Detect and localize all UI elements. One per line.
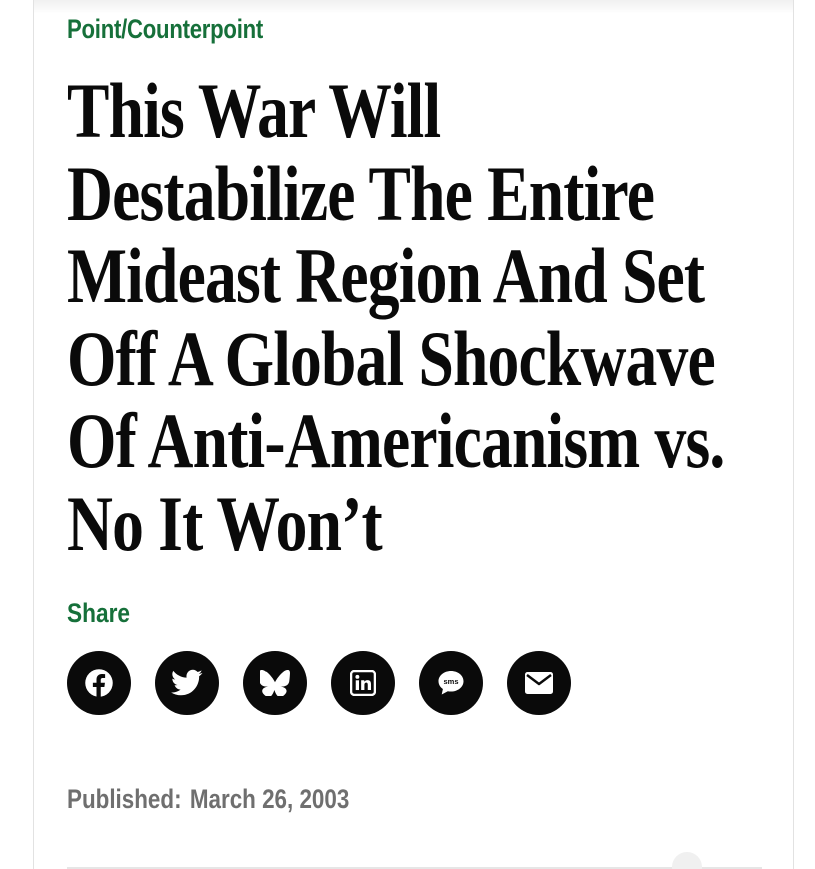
sms-icon-text: sms [443,677,458,686]
share-linkedin-button[interactable] [331,651,395,715]
header-shadow [34,0,793,14]
facebook-icon [85,669,113,698]
share-bluesky-button[interactable] [243,651,307,715]
share-sms-button[interactable]: sms [419,651,483,715]
linkedin-icon [350,670,376,696]
share-twitter-button[interactable] [155,651,219,715]
email-icon [525,672,553,694]
published-line: Published: March 26, 2003 [67,784,349,815]
section-kicker-link[interactable]: Point/Counterpoint [67,14,263,45]
article-headline: This War Will Destabilize The Entire Mid… [67,67,725,567]
published-date: March 26, 2003 [189,784,350,814]
share-label: Share [67,598,131,628]
article-container: Point/Counterpoint This War Will Destabi… [33,0,794,869]
decorative-shape [672,852,702,869]
sms-icon: sms [438,671,464,695]
share-facebook-button[interactable] [67,651,131,715]
share-email-button[interactable] [507,651,571,715]
share-buttons: sms [67,651,571,715]
bluesky-icon [260,670,290,696]
twitter-icon [171,669,203,696]
published-label: Published: [67,784,182,814]
